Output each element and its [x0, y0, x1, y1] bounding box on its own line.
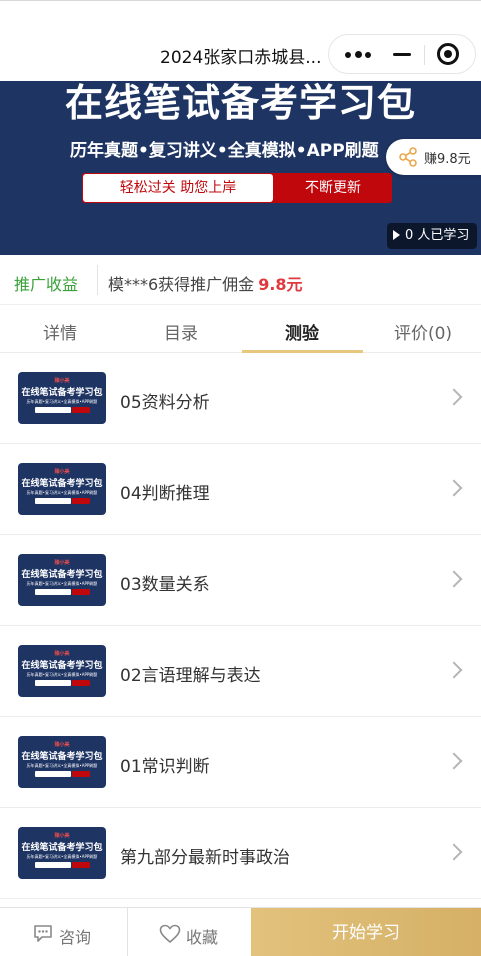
list-item[interactable]: 臻小美 在线笔试备考学习包 历年真题•复习讲义•全真模拟•APP刷题 第九部分最新时事… [0, 808, 481, 899]
item-title: 05资料分析 [120, 393, 210, 413]
consult-button[interactable]: 咨询 [0, 908, 126, 956]
banner-slogan: 轻松过关 助您上岸 不断更新 [82, 173, 392, 203]
thumbnail-pill-right [72, 407, 90, 413]
item-thumbnail: 臻小美在线笔试备考学习包 历年真题•复习讲义•全真模拟•APP刷题 [18, 827, 106, 879]
chevron-right-icon [445, 570, 463, 588]
thumbnail-pill-left [35, 589, 71, 595]
favorite-button[interactable]: 收藏 [127, 908, 251, 956]
list-item[interactable]: 臻小美在线笔试备考学习包 历年真题•复习讲义•全真模拟•APP刷题 03数量关系 [0, 535, 481, 626]
thumbnail-headline: 在线笔试备考学习包 [21, 752, 103, 762]
quiz-list: 臻小美 在线笔试备考学习包 历年真题•复习讲义•全真模拟•APP刷题 05资料分析 臻小… [0, 353, 481, 899]
top-nav-bar: 2024张家口赤城县... [0, 0, 481, 81]
chevron-right-icon [445, 661, 463, 679]
more-icon[interactable] [345, 48, 371, 62]
chat-icon [34, 925, 52, 942]
tab-quiz[interactable]: 测验 [242, 319, 362, 344]
promotion-message: 模***6获得推广佣金 9.8元 [108, 271, 303, 295]
item-title: 04判断推理 [120, 484, 210, 504]
list-item[interactable]: 臻小美在线笔试备考学习包 历年真题•复习讲义•全真模拟•APP刷题 02言语理解与表… [0, 626, 481, 717]
thumbnail-subtitle: 历年真题•复习讲义•全真模拟•APP刷题 [26, 672, 98, 677]
promotion-text: 模***6获得推广佣金 [108, 275, 255, 294]
thumbnail-subtitle: 历年真题•复习讲义•全真模拟•APP刷题 [26, 399, 98, 404]
course-banner: 在线笔试备考学习包 历年真题•复习讲义•全真模拟•APP刷题 轻松过关 助您上岸… [0, 81, 481, 255]
promotion-divider [97, 265, 98, 295]
close-icon[interactable] [437, 43, 459, 65]
thumbnail-brand: 臻小美 [54, 651, 70, 657]
chevron-right-icon [445, 752, 463, 770]
thumbnail-pill-right [72, 589, 90, 595]
thumbnail-pill-left [35, 498, 71, 504]
thumbnail-headline: 在线笔试备考学习包 [21, 388, 103, 398]
thumbnail-pill-left [35, 771, 71, 777]
item-thumbnail: 臻小美在线笔试备考学习包 历年真题•复习讲义•全真模拟•APP刷题 [18, 554, 106, 606]
item-thumbnail: 臻小美在线笔试备考学习包 历年真题•复习讲义•全真模拟•APP刷题 [18, 372, 106, 424]
tab-details[interactable]: 详情 [0, 319, 120, 344]
page-title: 2024张家口赤城县... [160, 48, 322, 68]
banner-slogan-right: 不断更新 [305, 180, 361, 196]
chevron-right-icon [445, 479, 463, 497]
banner-headline: 在线笔试备考学习包 [64, 81, 416, 125]
thumbnail-headline: 在线笔试备考学习包 [21, 479, 103, 489]
thumbnail-brand: 臻小美 [54, 833, 70, 839]
capsule-divider [424, 45, 425, 65]
thumbnail-subtitle: 历年真题•复习讲义•全真模拟•APP刷题 [26, 581, 98, 586]
thumbnail-brand: 臻小美 [54, 378, 70, 384]
item-thumbnail: 臻小美在线笔试备考学习包 历年真题•复习讲义•全真模拟•APP刷题 [18, 463, 106, 515]
thumbnail-headline: 在线笔试备考学习包 [21, 843, 103, 853]
item-thumbnail: 臻小美在线笔试备考学习包 历年真题•复习讲义•全真模拟•APP刷题 [18, 645, 106, 697]
item-thumbnail: 臻小美在线笔试备考学习包 历年真题•复习讲义•全真模拟•APP刷题 [18, 736, 106, 788]
promotion-label: 推广收益 [14, 275, 79, 294]
tab-catalog[interactable]: 目录 [121, 319, 241, 344]
thumbnail-headline: 在线笔试备考学习包 [21, 570, 103, 580]
thumbnail-brand: 臻小美 [54, 742, 70, 748]
tab-reviews[interactable]: 评价(0) [363, 319, 481, 344]
consult-label: 咨询 [59, 928, 92, 947]
list-item[interactable]: 臻小美在线笔试备考学习包 历年真题•复习讲义•全真模拟•APP刷题 05资料分析 [0, 353, 481, 444]
chevron-right-icon [445, 388, 463, 406]
thumbnail-pill-right [72, 771, 90, 777]
thumbnail-brand: 臻小美 [54, 469, 70, 475]
share-icon [399, 147, 417, 167]
minimize-icon[interactable] [393, 53, 411, 56]
thumbnail-pill-left [35, 680, 71, 686]
list-item[interactable]: 臻小美在线笔试备考学习包 历年真题•复习讲义•全真模拟•APP刷题 04判断推理 [0, 444, 481, 535]
heart-icon [159, 924, 181, 943]
promotion-bar[interactable]: 推广收益 模***6获得推广佣金 9.8元 [0, 255, 481, 305]
thumbnail-pill-right [72, 680, 90, 686]
thumbnail-pill-right [72, 862, 90, 868]
favorite-label: 收藏 [186, 928, 219, 947]
thumbnail-pill-left [35, 862, 71, 868]
promotion-amount: 9.8元 [258, 275, 303, 294]
mini-program-capsule [328, 34, 476, 74]
start-learning-button[interactable]: 开始学习 [251, 908, 481, 956]
tab-bar: 详情 目录 测验 评价(0) [0, 306, 481, 353]
thumbnail-subtitle: 历年真题•复习讲义•全真模拟•APP刷题 [26, 763, 98, 768]
learner-count-badge: 0 人已学习 [387, 223, 478, 249]
item-title: 02言语理解与表达 [120, 666, 261, 686]
bottom-action-bar: 咨询 收藏 开始学习 [0, 907, 481, 956]
learner-count: 0 人已学习 [405, 228, 470, 243]
share-earn-label: 赚9.8元 [424, 152, 471, 167]
list-item[interactable]: 臻小美在线笔试备考学习包 历年真题•复习讲义•全真模拟•APP刷题 01常识判断 [0, 717, 481, 808]
thumbnail-brand: 臻小美 [54, 560, 70, 566]
item-title: 01常识判断 [120, 757, 210, 777]
play-icon [393, 230, 400, 240]
share-earn-button[interactable]: 赚9.8元 [386, 139, 481, 175]
thumbnail-pill-left [35, 407, 71, 413]
banner-slogan-left: 轻松过关 助您上岸 [83, 174, 273, 202]
item-title: 第九部分最新时事政治 [120, 848, 290, 868]
thumbnail-headline: 在线笔试备考学习包 [21, 661, 103, 671]
thumbnail-pill-right [72, 498, 90, 504]
item-title: 03数量关系 [120, 575, 210, 595]
thumbnail-subtitle: 历年真题•复习讲义•全真模拟•APP刷题 [26, 854, 98, 859]
thumbnail-subtitle: 历年真题•复习讲义•全真模拟•APP刷题 [26, 490, 98, 495]
chevron-right-icon [445, 843, 463, 861]
